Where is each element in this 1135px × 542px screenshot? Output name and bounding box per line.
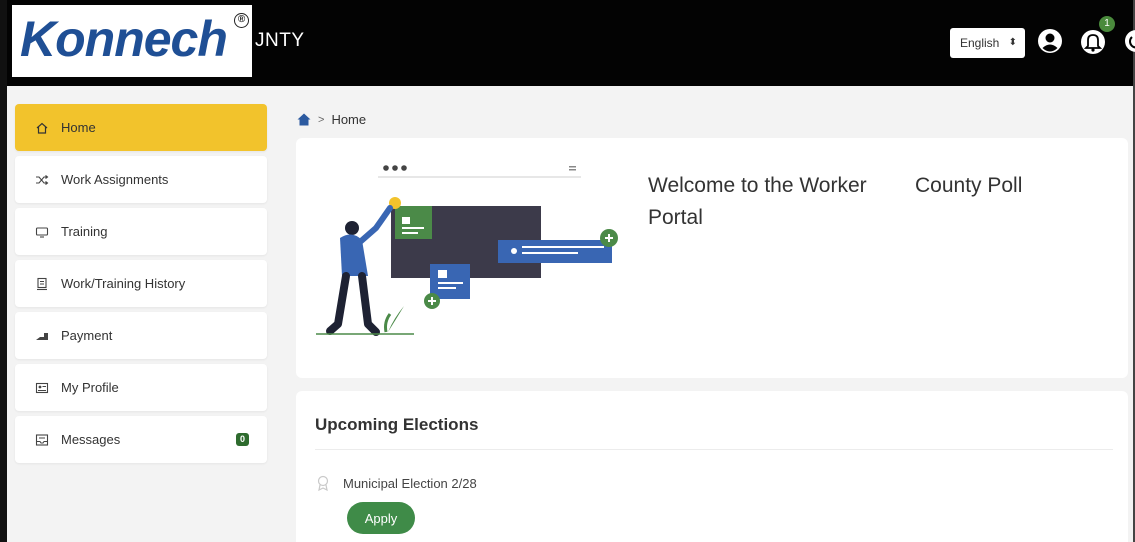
- shuffle-icon: [36, 174, 49, 185]
- welcome-title: Welcome to the Worker Portal: [648, 174, 867, 229]
- sidebar-nav: Home Work Assignments Training Work/Trai…: [15, 104, 267, 468]
- sidebar-item-label: Payment: [61, 328, 113, 343]
- home-icon: [36, 122, 48, 134]
- breadcrumb: > Home: [297, 112, 366, 127]
- sidebar-item-payment[interactable]: Payment: [15, 312, 267, 359]
- sidebar-item-label: Messages: [61, 432, 121, 447]
- monitor-icon: [35, 226, 49, 238]
- messages-count-badge: 0: [236, 433, 249, 446]
- notification-badge: 1: [1099, 16, 1115, 32]
- sidebar-item-label: My Profile: [61, 380, 119, 395]
- select-caret-icon: ⬍: [1008, 37, 1017, 48]
- sidebar-item-label: Work/Training History: [61, 276, 186, 291]
- ballot-badge-icon: [317, 475, 329, 491]
- sidebar-item-training[interactable]: Training: [15, 208, 267, 255]
- sidebar-item-messages[interactable]: Messages 0: [15, 416, 267, 463]
- election-list-item: Municipal Election 2/28: [315, 475, 477, 491]
- worker-illustration: [316, 165, 618, 336]
- section-divider: [315, 449, 1113, 450]
- home-breadcrumb-icon[interactable]: [297, 113, 311, 126]
- language-value: English: [960, 36, 1000, 50]
- sidebar-item-label: Work Assignments: [61, 172, 169, 187]
- apply-button[interactable]: Apply: [347, 502, 415, 534]
- sidebar-item-work-training-history[interactable]: Work/Training History: [15, 260, 267, 307]
- profile-card-icon: [35, 382, 49, 393]
- logout-power-icon[interactable]: [1123, 28, 1135, 54]
- sidebar-item-my-profile[interactable]: My Profile: [15, 364, 267, 411]
- messages-icon: [35, 433, 49, 446]
- language-select[interactable]: English ⬍: [950, 28, 1025, 58]
- payment-icon: [36, 332, 48, 340]
- logo-text: Konnech: [20, 11, 228, 67]
- breadcrumb-current: Home: [331, 112, 367, 127]
- election-name: Municipal Election 2/28: [343, 475, 477, 491]
- sidebar-item-label: Training: [61, 224, 108, 239]
- sidebar-item-work-assignments[interactable]: Work Assignments: [15, 156, 267, 203]
- history-icon: [37, 277, 47, 290]
- welcome-card: Welcome to the Worker Portal County Poll: [296, 138, 1128, 378]
- sidebar-item-label: Home: [61, 120, 96, 135]
- top-header: Konnech ® JNTY English ⬍ 1: [7, 0, 1135, 86]
- logo[interactable]: Konnech ®: [12, 5, 252, 77]
- breadcrumb-separator: >: [318, 113, 325, 126]
- registered-mark: ®: [234, 13, 249, 28]
- county-name-fragment: JNTY: [255, 30, 305, 51]
- upcoming-elections-card: Upcoming Elections Municipal Election 2/…: [296, 391, 1128, 542]
- welcome-org-name: County Poll: [915, 174, 1023, 197]
- upcoming-elections-title: Upcoming Elections: [315, 415, 479, 434]
- sidebar-item-home[interactable]: Home: [15, 104, 267, 151]
- user-account-icon[interactable]: [1037, 28, 1063, 54]
